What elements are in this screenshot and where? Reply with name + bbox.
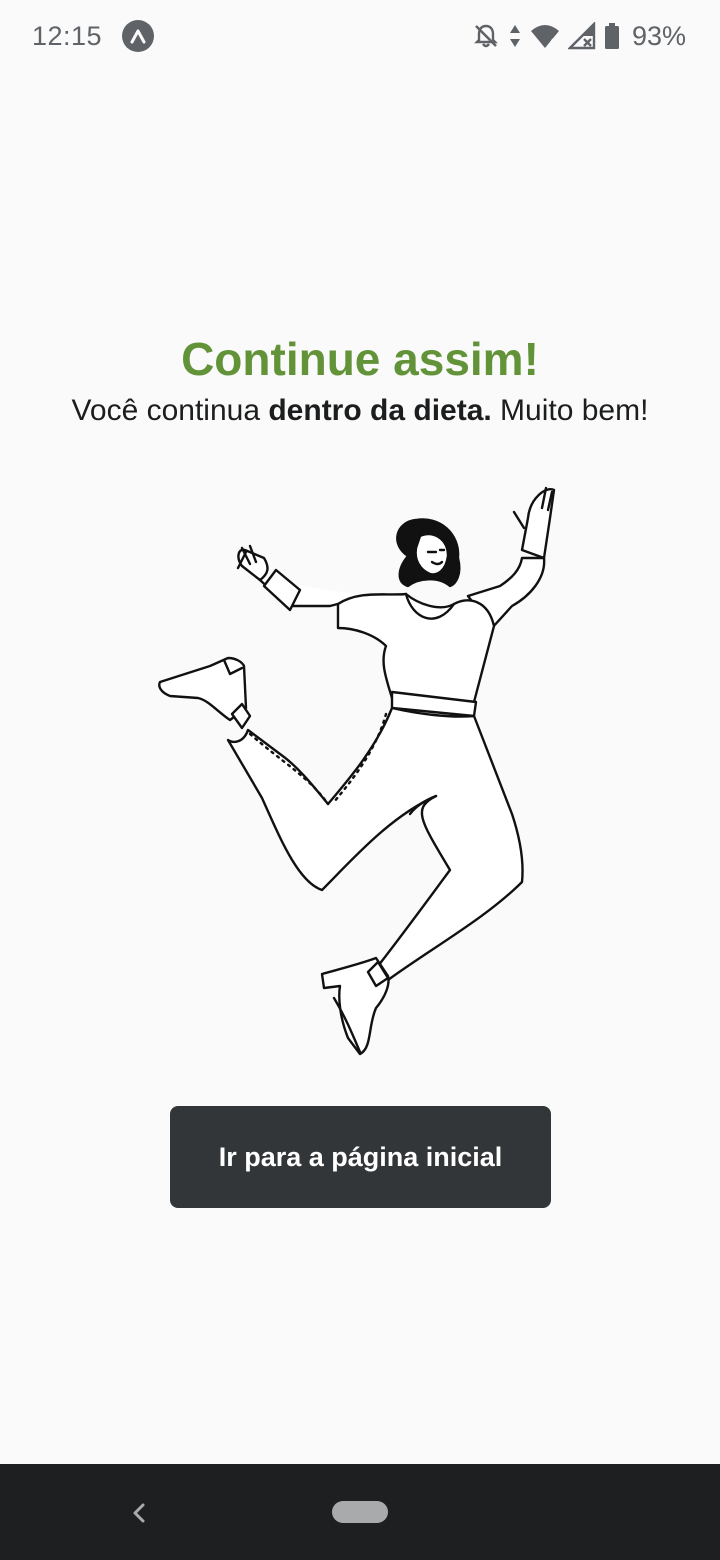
data-transfer-icon: [508, 22, 522, 50]
back-icon[interactable]: [126, 1498, 152, 1528]
go-home-button[interactable]: Ir para a página inicial: [170, 1106, 551, 1208]
navigation-bar: [0, 1464, 720, 1560]
message-bold: dentro da dieta.: [268, 394, 492, 427]
wifi-icon: 4: [530, 22, 560, 50]
feedback-message: Você continua dentro da dieta. Muito bem…: [0, 394, 720, 428]
status-left: 12:15: [32, 20, 155, 52]
message-suffix: Muito bem!: [491, 394, 649, 427]
cell-signal-no-service-icon: [567, 22, 596, 50]
feedback-title: Continue assim!: [181, 333, 539, 385]
status-bar: 12:15 4 93%: [0, 0, 720, 72]
battery-percentage: 93%: [631, 20, 686, 51]
app-notification-icon: [122, 20, 155, 52]
message-prefix: Você continua: [71, 394, 269, 427]
status-time: 12:15: [32, 20, 103, 51]
status-right: 4 93%: [472, 21, 686, 52]
home-pill-icon[interactable]: [332, 1501, 388, 1523]
battery-icon: [604, 22, 620, 50]
svg-text:4: 4: [549, 37, 556, 49]
notifications-off-icon: [472, 22, 500, 50]
jumping-woman-illustration: [150, 478, 570, 1063]
screen: 12:15 4 93% Continue assim! Você continu…: [0, 0, 720, 1560]
